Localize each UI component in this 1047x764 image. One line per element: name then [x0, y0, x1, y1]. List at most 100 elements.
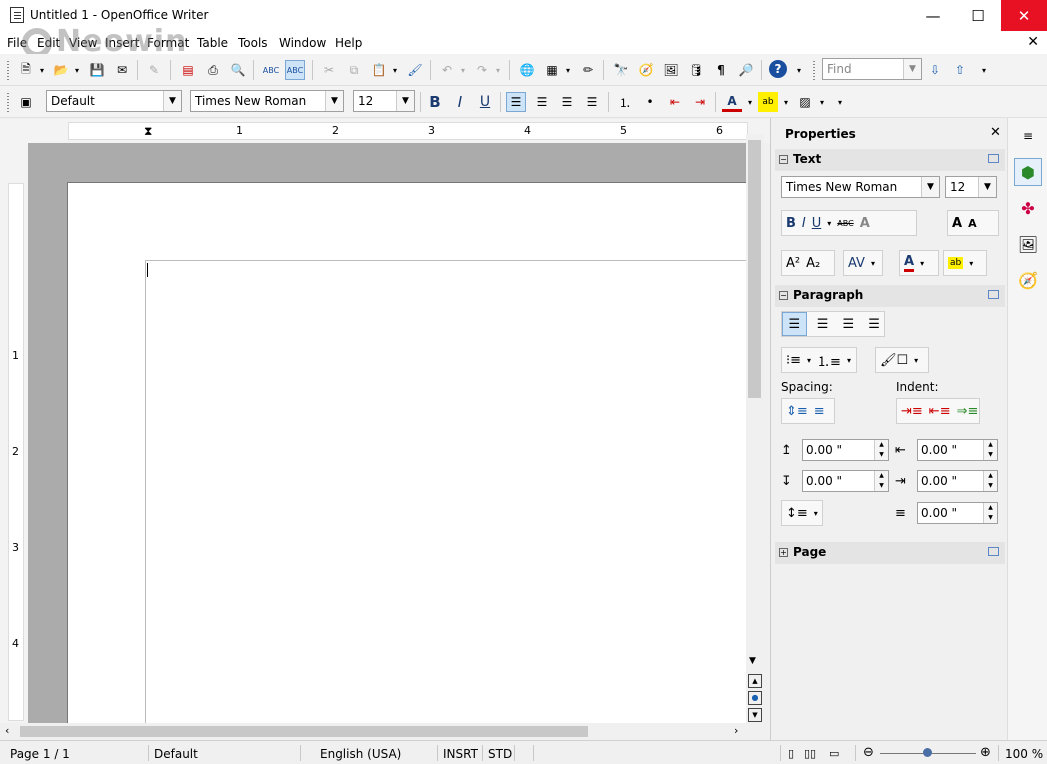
hanging-indent-icon[interactable]: ⇒≡	[957, 404, 979, 419]
justify-icon[interactable]: ☰	[582, 92, 602, 112]
increase-spacing-icon[interactable]: ⇕≡	[786, 404, 808, 419]
collapse-icon[interactable]: −	[779, 291, 788, 300]
edit-file-icon[interactable]: ✎	[144, 60, 164, 80]
after-text-indent-field[interactable]: 0.00 " ▲ ▼	[917, 470, 998, 492]
scroll-left-icon[interactable]: ‹	[5, 724, 9, 737]
zoom-in-icon[interactable]: ⊕	[980, 745, 991, 760]
new-document-icon[interactable]: 🗎	[16, 60, 36, 80]
superscript-icon[interactable]: A²	[786, 256, 800, 271]
background-color-icon[interactable]: ▨	[795, 92, 815, 112]
formatting-marks-icon[interactable]: ¶	[711, 60, 731, 80]
paragraph-style-select[interactable]: Default ▼	[46, 90, 182, 112]
horizontal-scrollbar[interactable]: ‹ ›	[0, 723, 746, 740]
zoom-level[interactable]: 100 %	[1005, 747, 1043, 761]
single-page-view-icon[interactable]: ▯	[788, 747, 794, 760]
sidebar-highlight-button[interactable]: ab ▾	[943, 250, 987, 276]
shrink-font-icon[interactable]: A	[968, 217, 977, 230]
properties-deck-icon[interactable]: ⬢	[1014, 158, 1042, 186]
sidebar-font-color-button[interactable]: A ▾	[899, 250, 939, 276]
toolbar-overflow-icon[interactable]: ▾	[836, 92, 844, 112]
underline-dropdown-icon[interactable]: ▾	[827, 219, 831, 228]
align-right-icon[interactable]: ☰	[838, 317, 858, 332]
italic-icon[interactable]: I	[802, 216, 806, 231]
chevron-down-icon[interactable]: ▼	[903, 59, 921, 79]
selection-mode-indicator[interactable]: STD	[488, 747, 512, 761]
spin-buttons[interactable]: ▲ ▼	[874, 440, 888, 460]
toolbar-overflow-icon[interactable]: ▾	[795, 60, 803, 80]
underline-icon[interactable]: U	[812, 216, 822, 231]
find-input[interactable]: Find ▼	[822, 58, 922, 80]
styles-deck-icon[interactable]: ✤	[1014, 194, 1042, 222]
expand-icon[interactable]: +	[779, 548, 788, 557]
line-spacing-button[interactable]: ↕≡ ▾	[781, 500, 823, 526]
bold-icon[interactable]: B	[786, 216, 796, 231]
above-paragraph-spacing-field[interactable]: 0.00 " ▲ ▼	[802, 439, 889, 461]
vertical-scrollbar[interactable]: ▼ ▲ ● ▼	[746, 134, 764, 723]
navigator-deck-icon[interactable]: 🧭	[1014, 266, 1042, 294]
sidebar-font-name-select[interactable]: Times New Roman ▼	[781, 176, 940, 198]
collapse-icon[interactable]: −	[779, 155, 788, 164]
shadow-icon[interactable]: A	[860, 216, 870, 231]
insert-mode-indicator[interactable]: INSRT	[443, 747, 478, 761]
toolbar-grip[interactable]	[6, 92, 10, 112]
page-indicator[interactable]: Page 1 / 1	[10, 747, 70, 761]
font-name-select[interactable]: Times New Roman ▼	[190, 90, 344, 112]
redo-dropdown-icon[interactable]: ▾	[494, 60, 502, 80]
spin-buttons[interactable]: ▲ ▼	[983, 503, 997, 523]
undo-icon[interactable]: ↶	[437, 60, 457, 80]
menu-tools[interactable]: Tools	[238, 36, 268, 50]
first-line-indent-field[interactable]: 0.00 " ▲ ▼	[917, 502, 998, 524]
multi-page-view-icon[interactable]: ▯▯	[804, 747, 816, 760]
decrease-indent-icon[interactable]: ⇤	[665, 92, 685, 112]
show-draw-functions-icon[interactable]: ✏	[578, 60, 598, 80]
below-paragraph-spacing-field[interactable]: 0.00 " ▲ ▼	[802, 470, 889, 492]
new-dropdown-icon[interactable]: ▾	[38, 60, 46, 80]
spellcheck-icon[interactable]: ABC	[261, 60, 281, 80]
chevron-down-icon[interactable]: ▾	[847, 356, 851, 365]
undo-dropdown-icon[interactable]: ▾	[459, 60, 467, 80]
find-replace-icon[interactable]: 🔭	[611, 60, 631, 80]
export-pdf-icon[interactable]: ▤	[178, 60, 198, 80]
subscript-icon[interactable]: A₂	[806, 256, 820, 271]
decrease-indent-icon[interactable]: ⇤≡	[929, 404, 951, 419]
chevron-down-icon[interactable]: ▼	[978, 177, 996, 197]
justify-icon[interactable]: ☰	[864, 317, 884, 332]
chevron-down-icon[interactable]: ▼	[396, 91, 414, 111]
navigator-icon[interactable]: 🧭	[636, 60, 656, 80]
sidebar-font-size-select[interactable]: 12 ▼	[945, 176, 997, 198]
zoom-out-icon[interactable]: ⊖	[863, 745, 874, 760]
paragraph-panel-header[interactable]: − Paragraph	[775, 285, 1005, 307]
numbering-icon[interactable]: ⒈≡	[817, 351, 841, 370]
page-style-indicator[interactable]: Default	[154, 747, 198, 761]
align-left-icon[interactable]: ☰	[782, 312, 807, 336]
autospellcheck-icon[interactable]: ABC	[285, 60, 305, 80]
vertical-scroll-thumb[interactable]	[748, 140, 761, 398]
font-color-dropdown-icon[interactable]: ▾	[746, 92, 754, 112]
scroll-right-icon[interactable]: ›	[734, 724, 738, 737]
more-options-icon[interactable]	[988, 547, 999, 556]
menu-window[interactable]: Window	[279, 36, 326, 50]
spin-buttons[interactable]: ▲ ▼	[983, 471, 997, 491]
table-icon[interactable]: ▦	[542, 60, 562, 80]
character-spacing-button[interactable]: AV ▾	[843, 250, 883, 276]
align-right-icon[interactable]: ☰	[557, 92, 577, 112]
save-icon[interactable]: 💾	[87, 60, 107, 80]
maximize-button[interactable]: ☐	[955, 0, 1001, 31]
grow-font-icon[interactable]: A	[952, 216, 962, 231]
align-center-icon[interactable]: ☰	[813, 317, 833, 332]
find-next-icon[interactable]: ⇩	[925, 60, 945, 80]
decrease-spacing-icon[interactable]: ≡	[814, 404, 825, 419]
chevron-down-icon[interactable]: ▼	[325, 91, 343, 111]
increase-indent-icon[interactable]: ⇥≡	[901, 404, 923, 419]
hyperlink-icon[interactable]: 🌐	[517, 60, 537, 80]
clone-formatting-icon[interactable]: 🖌	[405, 60, 425, 80]
background-dropdown-icon[interactable]: ▾	[818, 92, 826, 112]
open-folder-icon[interactable]: 📂	[51, 60, 71, 80]
scroll-down-icon[interactable]: ▼	[749, 656, 756, 666]
highlighting-dropdown-icon[interactable]: ▾	[782, 92, 790, 112]
strikethrough-icon[interactable]: ABC	[837, 219, 853, 228]
align-left-icon[interactable]: ☰	[506, 92, 526, 112]
horizontal-scroll-thumb[interactable]	[20, 726, 588, 737]
menu-table[interactable]: Table	[197, 36, 228, 50]
styles-formatting-icon[interactable]: ▣	[16, 92, 36, 112]
